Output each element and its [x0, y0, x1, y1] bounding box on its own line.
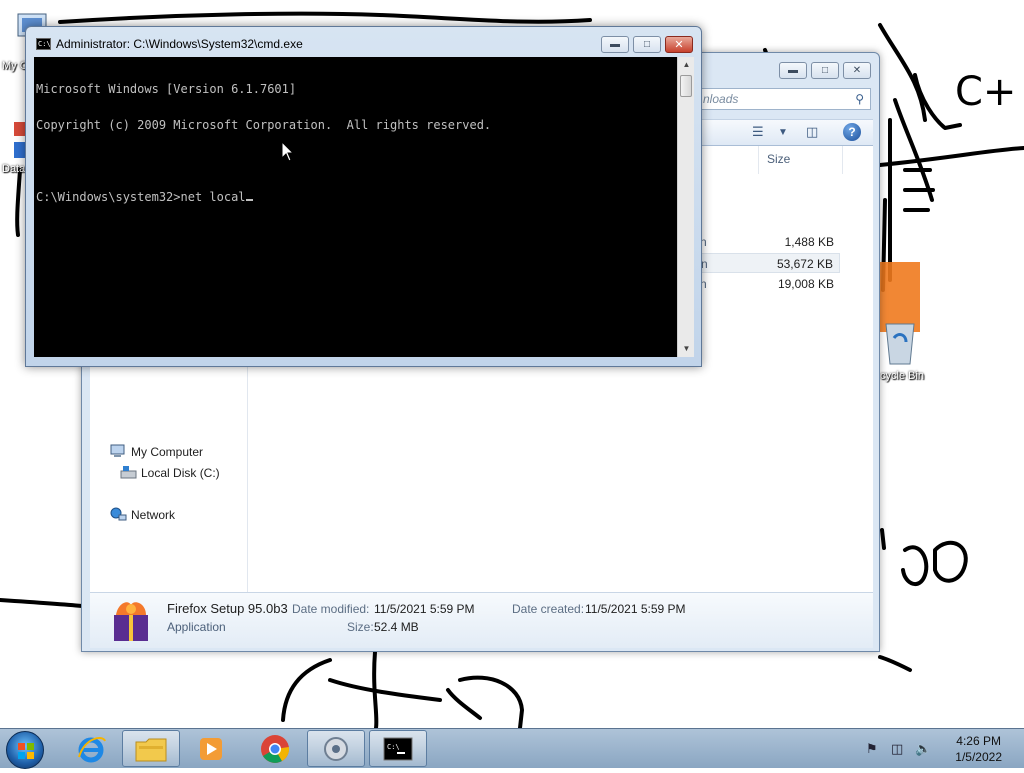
- explorer-minimize-button[interactable]: ▬: [779, 62, 807, 79]
- nav-item-network[interactable]: Network: [110, 507, 175, 522]
- cmd-vertical-scrollbar[interactable]: ▲ ▼: [677, 57, 694, 357]
- recycle-bin-desktop-icon[interactable]: cycle Bin: [880, 318, 924, 382]
- svg-text:C:\: C:\: [387, 743, 400, 751]
- nav-label-network: Network: [131, 507, 176, 522]
- network-tray-icon[interactable]: ◫: [891, 741, 903, 757]
- preview-pane-icon[interactable]: ◫: [806, 124, 818, 140]
- maximize-icon: □: [821, 65, 829, 76]
- cmd-minimize-button[interactable]: ▬: [601, 36, 629, 53]
- cmd-close-button[interactable]: ✕: [665, 36, 693, 53]
- column-separator: [758, 146, 759, 174]
- my-computer-label: My C: [2, 60, 28, 72]
- maximize-icon: □: [643, 39, 651, 50]
- details-file-name: Firefox Setup 95.0b3: [167, 601, 288, 616]
- cmd-app-icon[interactable]: C:\: [36, 38, 51, 50]
- nav-item-my-computer[interactable]: My Computer: [110, 444, 203, 459]
- details-pane: Firefox Setup 95.0b3 Application Date mo…: [90, 592, 873, 648]
- chrome-icon: [261, 734, 290, 763]
- view-options-icon[interactable]: ☰: [752, 124, 764, 140]
- details-file-type: Application: [167, 620, 226, 634]
- search-placeholder: nloads: [703, 92, 739, 106]
- scrollbar-thumb[interactable]: [680, 75, 692, 97]
- help-icon[interactable]: ?: [843, 123, 861, 141]
- taskbar: C:\ ⚑ ◫ 🔈 4:26 PM 1/5/2022: [0, 728, 1024, 769]
- console-line: Microsoft Windows [Version 6.1.7601]: [36, 82, 297, 96]
- taskbar-command-prompt[interactable]: C:\: [369, 730, 427, 767]
- clock-date: 1/5/2022: [955, 750, 1002, 764]
- desktop: C+ My C Data cycle Bin ▬ □ ✕ nloads ⚲ ☰ …: [0, 0, 1024, 769]
- taskbar-settings[interactable]: [307, 730, 365, 767]
- console-line: Copyright (c) 2009 Microsoft Corporation…: [36, 118, 492, 132]
- firefox-installer-icon: [114, 602, 148, 641]
- text-cursor: [245, 199, 253, 201]
- taskbar-media-player[interactable]: [182, 730, 240, 767]
- data-label: Data: [2, 163, 26, 175]
- computer-icon: [110, 444, 125, 457]
- file-row[interactable]: n 19,008 KB: [690, 274, 840, 294]
- nav-label-my-computer: My Computer: [131, 444, 204, 459]
- explorer-caption-buttons: ▬ □ ✕: [779, 62, 871, 79]
- nav-label-local-disk: Local Disk (C:): [141, 465, 220, 480]
- internet-explorer-icon: [78, 736, 106, 762]
- file-size: 53,672 KB: [776, 257, 833, 271]
- windows-logo-icon: [18, 743, 34, 759]
- explorer-close-button[interactable]: ✕: [843, 62, 871, 79]
- close-icon: ✕: [852, 65, 862, 76]
- drive-icon: [120, 466, 137, 479]
- column-separator: [842, 146, 843, 174]
- media-player-icon: [200, 737, 222, 760]
- console-output[interactable]: Microsoft Windows [Version 6.1.7601] Cop…: [34, 57, 677, 357]
- taskbar-windows-explorer[interactable]: [122, 730, 180, 767]
- cmd-caption-buttons: ▬ □ ✕: [601, 36, 693, 53]
- control-panel-icon: [324, 736, 348, 761]
- date-modified-label: Date modified:: [292, 602, 370, 616]
- cmd-maximize-button[interactable]: □: [633, 36, 661, 53]
- minimize-icon: ▬: [788, 65, 798, 76]
- file-type: n: [701, 257, 708, 271]
- column-header-size[interactable]: Size: [767, 152, 790, 166]
- taskbar-chrome[interactable]: [246, 730, 304, 767]
- command-prompt-icon: C:\: [383, 737, 413, 760]
- chevron-down-icon[interactable]: ▼: [778, 127, 788, 138]
- taskbar-internet-explorer[interactable]: [62, 730, 120, 767]
- console-prompt-line: C:\Windows\system32>net local: [36, 191, 675, 203]
- date-created-value: 11/5/2021 5:59 PM: [585, 602, 686, 616]
- close-icon: ✕: [674, 39, 684, 51]
- minimize-icon: ▬: [610, 39, 620, 50]
- file-row-selected[interactable]: n 53,672 KB: [690, 253, 840, 273]
- size-label: Size:: [347, 620, 374, 634]
- nav-item-local-disk[interactable]: Local Disk (C:): [120, 465, 220, 480]
- volume-icon[interactable]: 🔈: [915, 741, 931, 757]
- explorer-maximize-button[interactable]: □: [811, 62, 839, 79]
- search-icon: ⚲: [855, 92, 864, 106]
- clock-time: 4:26 PM: [956, 734, 1001, 748]
- size-value: 52.4 MB: [374, 620, 419, 634]
- start-button[interactable]: [6, 731, 44, 769]
- action-center-icon[interactable]: ⚑: [866, 741, 878, 757]
- file-row[interactable]: n 1,488 KB: [690, 232, 840, 252]
- scroll-up-arrow-icon[interactable]: ▲: [678, 57, 695, 73]
- date-created-label: Date created:: [512, 602, 585, 616]
- scroll-down-arrow-icon[interactable]: ▼: [678, 341, 695, 357]
- recycle-bin-icon: [885, 323, 915, 365]
- folder-icon: [135, 738, 167, 761]
- console-command-text: C:\Windows\system32>net local: [36, 190, 246, 204]
- mouse-pointer-icon: [281, 141, 295, 162]
- cmd-window[interactable]: C:\ Administrator: C:\Windows\System32\c…: [25, 26, 702, 367]
- network-icon: [110, 507, 127, 521]
- sketch-plus-text: C+: [955, 69, 1016, 115]
- date-modified-value: 11/5/2021 5:59 PM: [374, 602, 475, 616]
- cmd-window-title: Administrator: C:\Windows\System32\cmd.e…: [56, 37, 303, 51]
- recycle-bin-label: cycle Bin: [880, 370, 925, 382]
- explorer-search-input[interactable]: nloads ⚲: [696, 88, 871, 110]
- file-size: 19,008 KB: [777, 277, 834, 291]
- taskbar-clock[interactable]: 4:26 PM 1/5/2022: [955, 733, 1002, 765]
- file-size: 1,488 KB: [784, 235, 834, 249]
